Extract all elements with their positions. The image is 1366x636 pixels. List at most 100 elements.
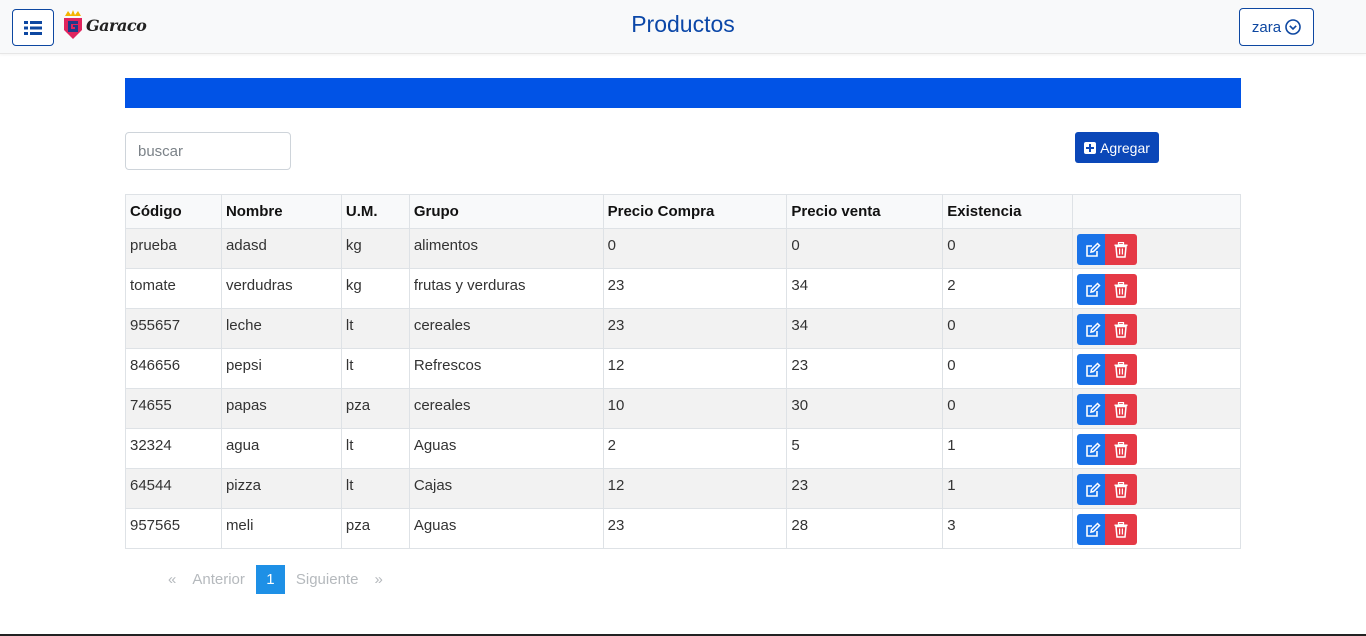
cell-grupo: Aguas: [408, 428, 604, 469]
edit-icon: [1086, 361, 1101, 377]
cell-precio-compra: 23: [602, 508, 788, 549]
delete-button[interactable]: [1105, 514, 1138, 545]
cell-um: kg: [340, 268, 410, 309]
table-row: 32324 agua lt Aguas 2 5 1: [125, 428, 1241, 469]
cell-um: pza: [340, 388, 410, 429]
cell-precio-venta: 34: [786, 268, 944, 309]
cell-precio-venta: 5: [786, 428, 944, 469]
cell-grupo: cereales: [408, 308, 604, 349]
cell-grupo: Refrescos: [408, 348, 604, 389]
cell-precio-compra: 12: [602, 348, 788, 389]
header-banner: [125, 78, 1241, 108]
cell-codigo: 955657: [125, 308, 222, 349]
cell-precio-venta: 23: [786, 348, 944, 389]
cell-nombre: papas: [220, 388, 342, 429]
table-row: 846656 pepsi lt Refrescos 12 23 0: [125, 348, 1241, 389]
cell-precio-compra: 23: [602, 308, 788, 349]
cell-precio-compra: 10: [602, 388, 788, 429]
cell-codigo: 957565: [125, 508, 222, 549]
column-header-precio-venta[interactable]: Precio venta: [786, 194, 944, 229]
cell-grupo: alimentos: [408, 228, 604, 269]
cell-actions: [1072, 228, 1241, 269]
table-row: 957565 meli pza Aguas 23 28 3: [125, 508, 1241, 549]
cell-precio-venta: 34: [786, 308, 944, 349]
cell-existencia: 1: [942, 468, 1074, 509]
cell-actions: [1072, 468, 1241, 509]
edit-icon: [1086, 401, 1101, 417]
pagination-next-button[interactable]: Siguiente: [288, 571, 367, 588]
cell-precio-venta: 23: [786, 468, 944, 509]
column-header-nombre[interactable]: Nombre: [220, 194, 342, 229]
column-header-existencia[interactable]: Existencia: [942, 194, 1074, 229]
sidebar-toggle-button[interactable]: [12, 9, 54, 46]
table-row: 955657 leche lt cereales 23 34 0: [125, 308, 1241, 349]
top-navbar: Garaco Productos zara: [0, 0, 1366, 54]
cell-um: lt: [340, 348, 410, 389]
table-header-row: Código Nombre U.M. Grupo Precio Compra P…: [125, 194, 1241, 229]
cell-precio-compra: 12: [602, 468, 788, 509]
cell-um: lt: [340, 468, 410, 509]
cell-actions: [1072, 348, 1241, 389]
cell-precio-compra: 0: [602, 228, 788, 269]
pagination-page-current[interactable]: 1: [255, 565, 285, 594]
delete-button[interactable]: [1105, 234, 1138, 265]
column-header-actions: [1072, 194, 1241, 229]
cell-codigo: prueba: [125, 228, 222, 269]
cell-grupo: Aguas: [408, 508, 604, 549]
delete-button[interactable]: [1105, 314, 1138, 345]
delete-button[interactable]: [1105, 474, 1138, 505]
cell-existencia: 1: [942, 428, 1074, 469]
delete-button[interactable]: [1105, 274, 1138, 305]
trash-icon: [1114, 481, 1128, 498]
cell-nombre: agua: [220, 428, 342, 469]
delete-button[interactable]: [1105, 434, 1138, 465]
cell-codigo: tomate: [125, 268, 222, 309]
cell-grupo: Cajas: [408, 468, 604, 509]
products-table: Código Nombre U.M. Grupo Precio Compra P…: [125, 194, 1241, 549]
cell-existencia: 0: [942, 348, 1074, 389]
add-product-button[interactable]: Agregar: [1075, 132, 1159, 163]
cell-precio-venta: 0: [786, 228, 944, 269]
edit-icon: [1086, 481, 1101, 497]
delete-button[interactable]: [1105, 354, 1138, 385]
column-header-grupo[interactable]: Grupo: [408, 194, 604, 229]
cell-codigo: 32324: [125, 428, 222, 469]
cell-nombre: meli: [220, 508, 342, 549]
cell-existencia: 2: [942, 268, 1074, 309]
cell-existencia: 0: [942, 388, 1074, 429]
cell-nombre: pepsi: [220, 348, 342, 389]
edit-icon: [1086, 521, 1101, 537]
edit-icon: [1086, 321, 1101, 337]
cell-nombre: pizza: [220, 468, 342, 509]
column-header-um[interactable]: U.M.: [340, 194, 410, 229]
cell-actions: [1072, 388, 1241, 429]
user-menu-button[interactable]: zara: [1239, 8, 1314, 46]
cell-existencia: 0: [942, 228, 1074, 269]
pagination-next-arrow[interactable]: »: [366, 571, 390, 588]
cell-um: kg: [340, 228, 410, 269]
column-header-precio-compra[interactable]: Precio Compra: [602, 194, 788, 229]
cell-um: lt: [340, 308, 410, 349]
brand-logo[interactable]: Garaco: [62, 9, 147, 41]
cell-nombre: leche: [220, 308, 342, 349]
cell-precio-compra: 2: [602, 428, 788, 469]
trash-icon: [1114, 441, 1128, 458]
page-title: Productos: [631, 11, 735, 37]
search-input[interactable]: [125, 132, 291, 170]
cell-codigo: 74655: [125, 388, 222, 429]
cell-um: pza: [340, 508, 410, 549]
chevron-circle-down-icon: [1285, 19, 1301, 35]
edit-icon: [1086, 281, 1101, 297]
cell-nombre: verdudras: [220, 268, 342, 309]
trash-icon: [1114, 241, 1128, 258]
pagination-prev-button[interactable]: Anterior: [184, 571, 253, 588]
table-row: prueba adasd kg alimentos 0 0 0: [125, 228, 1241, 269]
table-row: 74655 papas pza cereales 10 30 0: [125, 388, 1241, 429]
cell-existencia: 0: [942, 308, 1074, 349]
column-header-codigo[interactable]: Código: [125, 194, 222, 229]
cell-precio-compra: 23: [602, 268, 788, 309]
cell-codigo: 846656: [125, 348, 222, 389]
delete-button[interactable]: [1105, 394, 1138, 425]
cell-grupo: cereales: [408, 388, 604, 429]
pagination-prev-arrow[interactable]: «: [160, 571, 184, 588]
